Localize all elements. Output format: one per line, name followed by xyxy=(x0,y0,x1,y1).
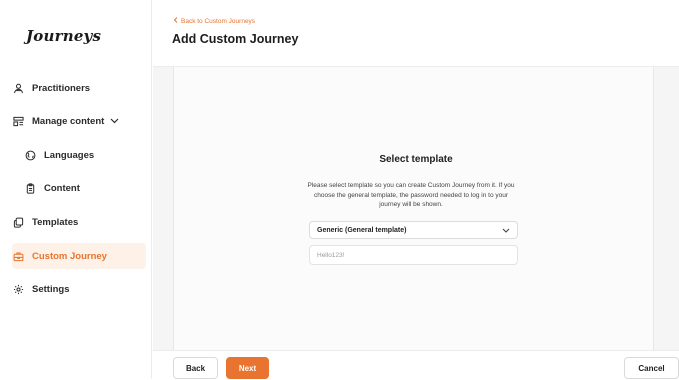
sidebar-item-content[interactable]: Content xyxy=(24,175,146,201)
sidebar-item-label: Languages xyxy=(44,149,95,161)
users-icon xyxy=(12,82,24,94)
sidebar-item-custom-journey[interactable]: Custom Journey xyxy=(12,243,146,269)
chevron-left-icon xyxy=(173,17,178,25)
copy-icon xyxy=(12,216,24,228)
sidebar-item-languages[interactable]: Languages xyxy=(24,142,146,168)
sidebar-item-templates[interactable]: Templates xyxy=(12,209,146,235)
gear-icon xyxy=(12,283,24,295)
cancel-button[interactable]: Cancel xyxy=(624,357,679,379)
section-description: Please select template so you can create… xyxy=(307,182,515,208)
section-title: Select template xyxy=(379,154,453,165)
next-button[interactable]: Next xyxy=(226,357,269,379)
sidebar-item-label: Content xyxy=(44,182,80,194)
template-select[interactable]: Generic (General template) xyxy=(309,221,518,239)
sidebar-item-manage-content[interactable]: Manage content xyxy=(12,108,146,134)
globe-icon xyxy=(24,149,36,161)
page-title: Add Custom Journey xyxy=(172,32,299,46)
sidebar: Journeys Practitioners Manage content La… xyxy=(0,0,152,379)
layout-icon xyxy=(12,115,24,127)
sidebar-item-practitioners[interactable]: Practitioners xyxy=(12,75,146,101)
page-header: Back to Custom Journeys Add Custom Journ… xyxy=(153,0,679,67)
app-logo[interactable]: Journeys xyxy=(26,27,101,45)
sidebar-item-label: Settings xyxy=(32,283,70,295)
sidebar-item-label: Custom Journey xyxy=(32,250,107,262)
sidebar-item-label: Manage content xyxy=(32,115,105,127)
sidebar-item-settings[interactable]: Settings xyxy=(12,276,146,302)
back-button[interactable]: Back xyxy=(173,357,218,379)
chevron-down-icon[interactable] xyxy=(110,118,119,124)
chevron-down-icon xyxy=(502,228,510,233)
sidebar-item-label: Templates xyxy=(32,216,79,228)
template-select-value: Generic (General template) xyxy=(317,226,407,234)
password-field[interactable] xyxy=(309,245,518,265)
briefcase-icon xyxy=(12,250,24,262)
clipboard-icon xyxy=(24,182,36,194)
back-to-custom-journeys-link[interactable]: Back to Custom Journeys xyxy=(173,17,255,25)
back-link-label: Back to Custom Journeys xyxy=(181,17,256,25)
sidebar-item-label: Practitioners xyxy=(32,82,91,94)
